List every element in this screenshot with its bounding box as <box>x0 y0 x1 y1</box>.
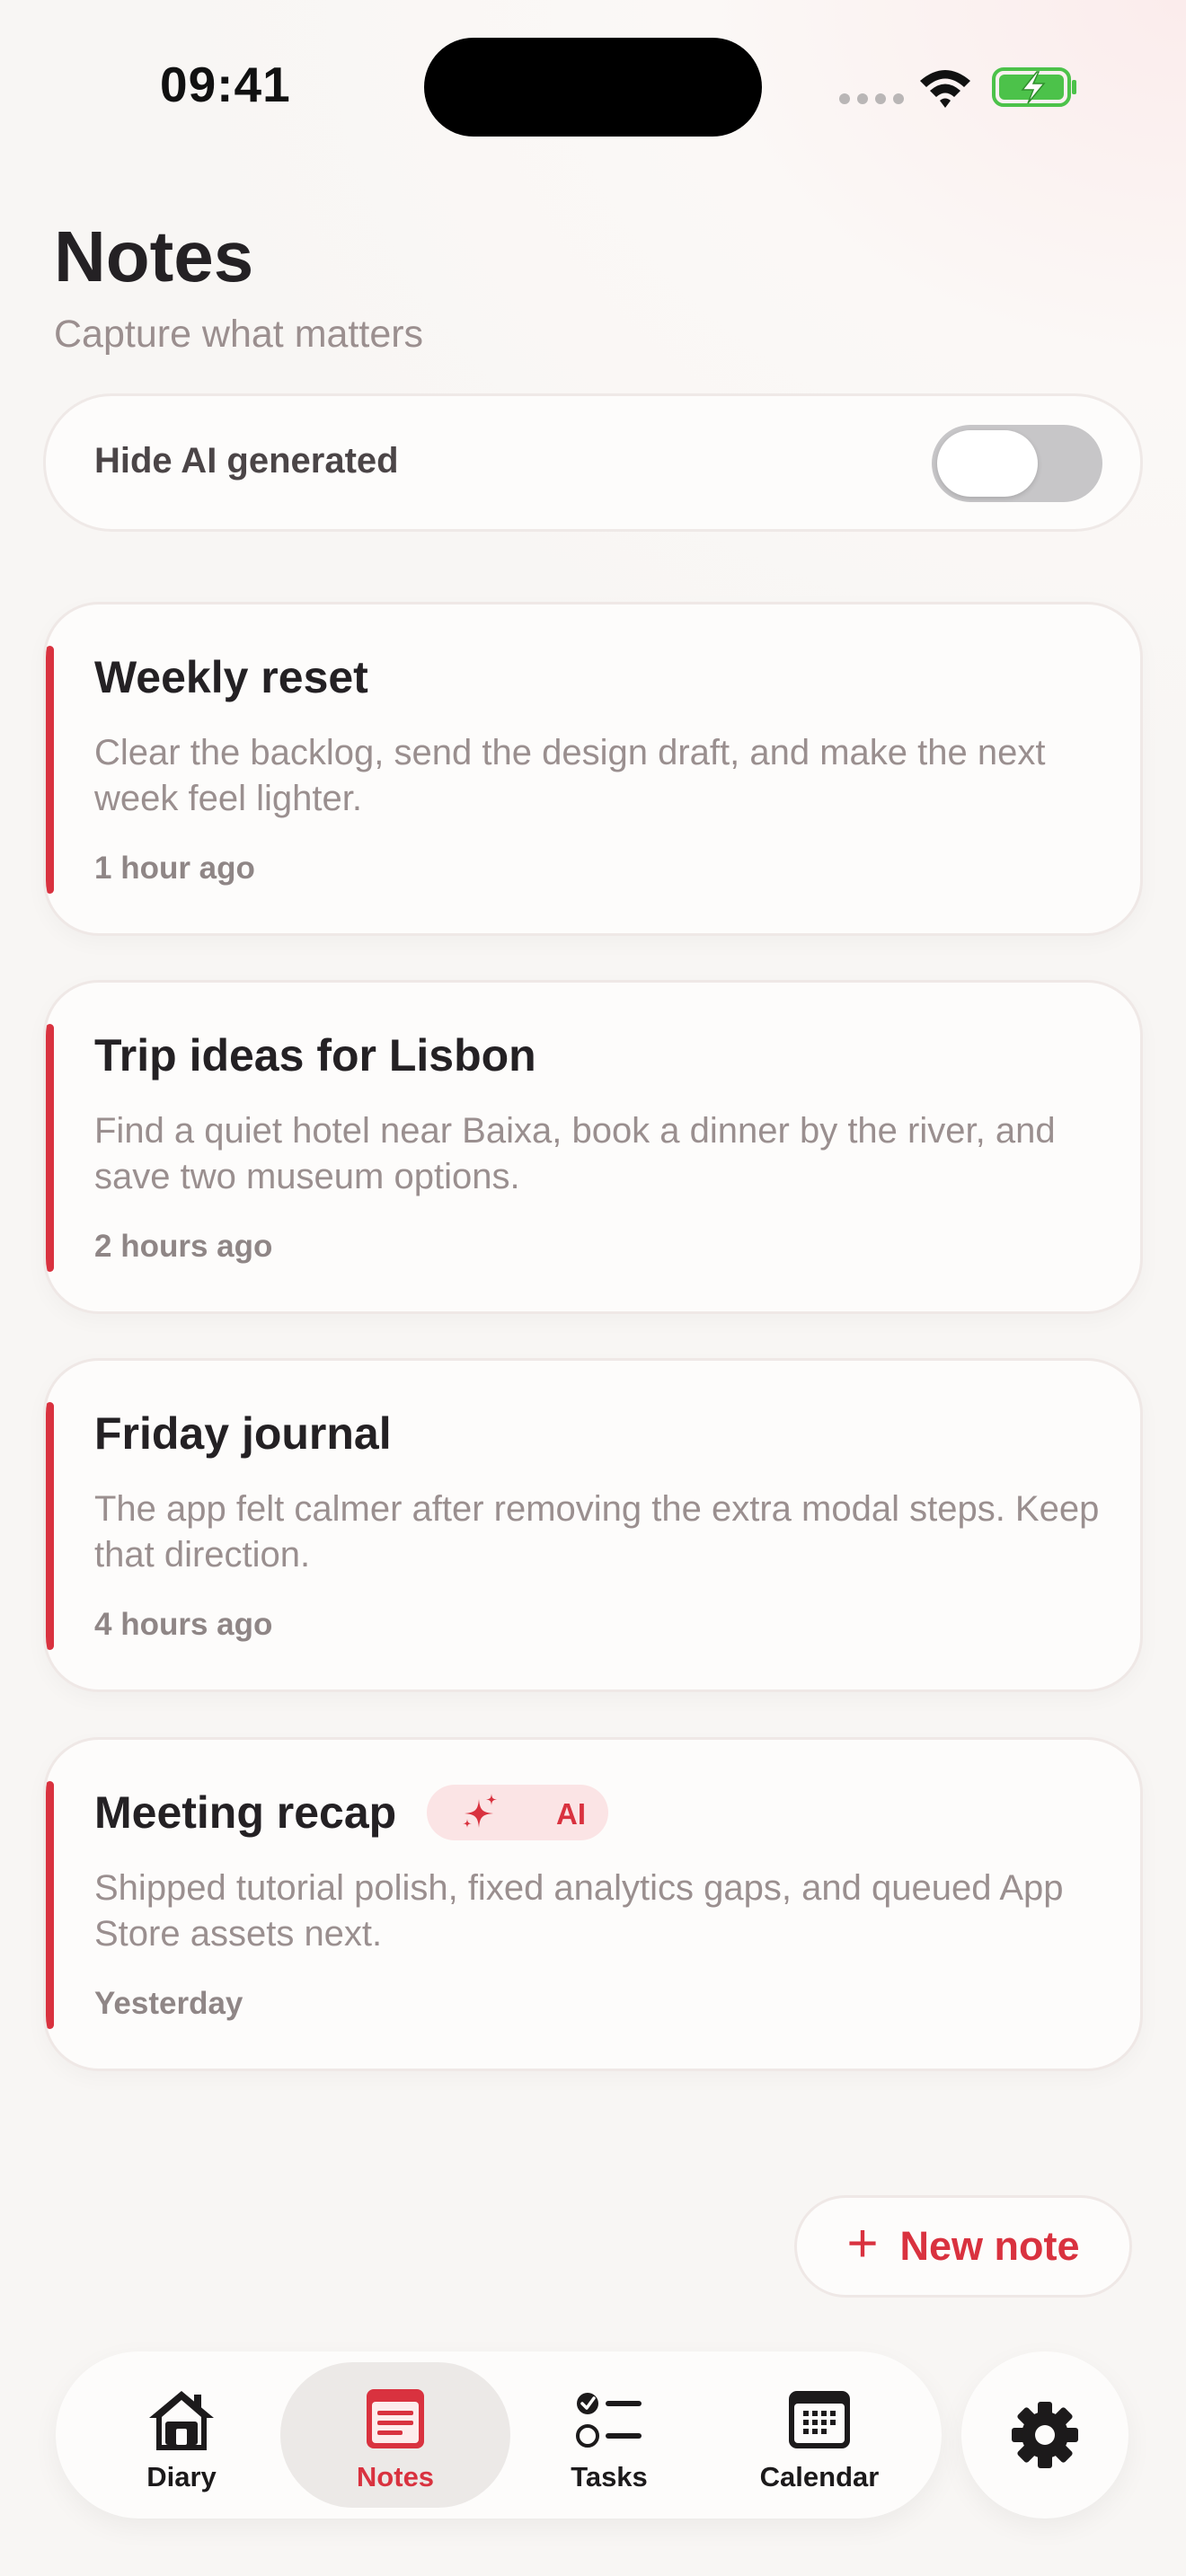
tab-label: Calendar <box>759 2461 880 2492</box>
tab-diary[interactable]: Diary <box>74 2362 289 2508</box>
tab-tasks[interactable]: Tasks <box>501 2362 717 2508</box>
ai-badge-label: AI <box>556 1797 586 1831</box>
plus-icon: + <box>846 2213 879 2273</box>
dynamic-island <box>424 38 762 137</box>
checklist-icon <box>576 2393 642 2448</box>
note-accent-bar <box>46 1781 54 2029</box>
new-note-button[interactable]: + New note <box>794 2195 1132 2298</box>
note-title: Meeting recap <box>94 1787 397 1838</box>
tab-calendar[interactable]: Calendar <box>712 2362 927 2508</box>
note-body: Clear the backlog, send the design draft… <box>94 733 1046 818</box>
tab-label: Tasks <box>571 2461 648 2492</box>
note-card[interactable]: Weekly reset Clear the backlog, send the… <box>43 602 1143 936</box>
notes-icon <box>367 2389 424 2448</box>
note-timestamp: Yesterday <box>94 1986 243 2021</box>
note-accent-bar <box>46 1402 54 1650</box>
note-body: Find a quiet hotel near Baixa, book a di… <box>94 1111 1056 1196</box>
tab-label: Notes <box>356 2461 435 2492</box>
house-icon <box>149 2391 214 2450</box>
page-subtitle: Capture what matters <box>54 313 424 356</box>
gear-icon <box>1012 2402 1078 2468</box>
note-timestamp: 4 hours ago <box>94 1607 273 1642</box>
status-time: 09:41 <box>160 57 291 112</box>
note-timestamp: 2 hours ago <box>94 1229 273 1264</box>
page-title: Notes <box>54 216 254 296</box>
hide-ai-toggle[interactable] <box>932 425 1102 502</box>
sparkles-icon <box>463 1794 497 1828</box>
note-accent-bar <box>46 1024 54 1272</box>
battery-charging-icon <box>992 67 1076 107</box>
signal-dots-icon <box>839 93 904 104</box>
hide-ai-filter-card: Hide AI generated <box>43 393 1143 532</box>
note-body: The app felt calmer after removing the e… <box>94 1489 1100 1575</box>
tab-notes[interactable]: Notes <box>280 2362 510 2508</box>
note-timestamp: 1 hour ago <box>94 851 255 886</box>
toggle-knob <box>937 430 1038 497</box>
settings-button[interactable] <box>961 2351 1128 2519</box>
note-title: Weekly reset <box>94 652 368 702</box>
note-body: Shipped tutorial polish, fixed analytics… <box>94 1868 1064 1954</box>
note-card[interactable]: Trip ideas for Lisbon Find a quiet hotel… <box>43 980 1143 1314</box>
note-card[interactable]: Meeting recap AI Shipped tutorial polish… <box>43 1737 1143 2071</box>
note-accent-bar <box>46 646 54 894</box>
note-title: Trip ideas for Lisbon <box>94 1030 536 1081</box>
calendar-icon <box>789 2391 850 2448</box>
new-note-label: New note <box>899 2223 1080 2269</box>
tab-label: Diary <box>146 2461 217 2492</box>
hide-ai-filter-label: Hide AI generated <box>94 441 399 481</box>
wifi-icon <box>920 70 970 108</box>
tab-bar: Diary Notes Tasks Calendar <box>56 2351 942 2519</box>
note-title: Friday journal <box>94 1408 392 1459</box>
note-card[interactable]: Friday journal The app felt calmer after… <box>43 1358 1143 1692</box>
ai-generated-badge: AI <box>427 1785 608 1840</box>
